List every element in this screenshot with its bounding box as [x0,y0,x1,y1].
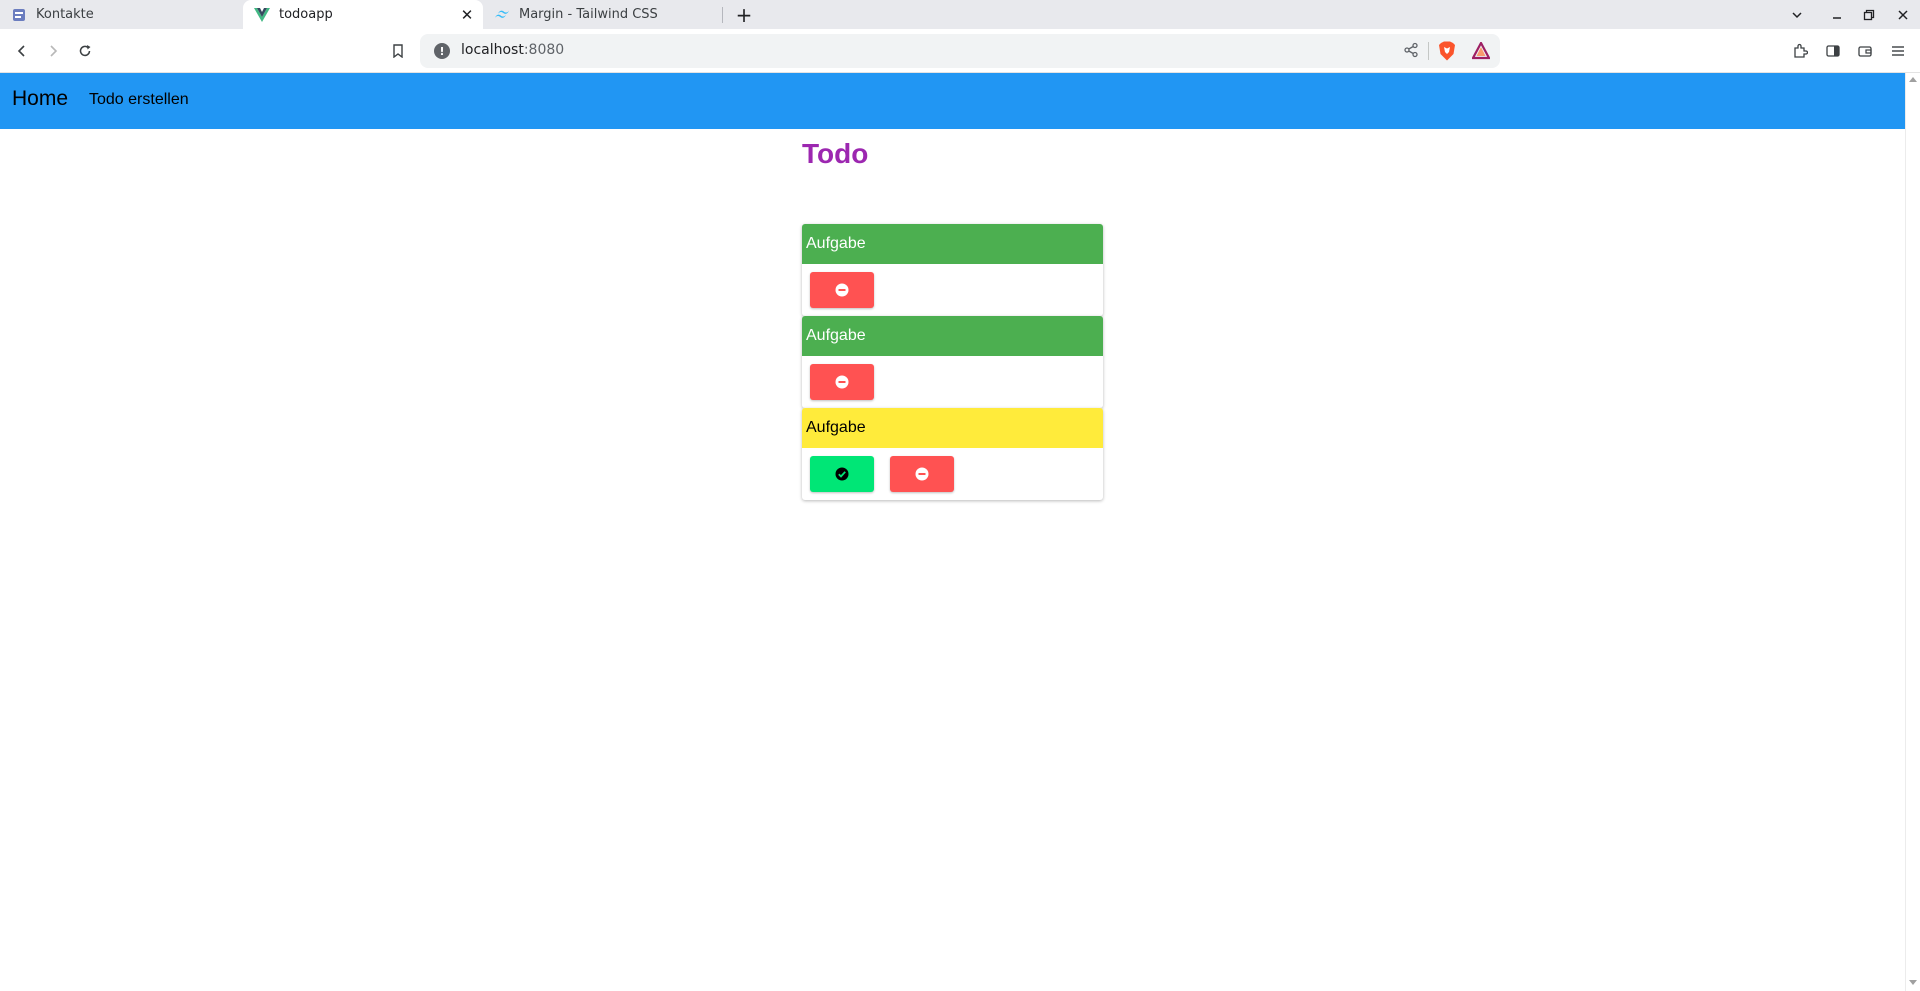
tailwind-logo-icon [494,7,510,23]
remove-todo-button[interactable] [810,272,874,308]
main-menu-icon[interactable] [1886,39,1910,63]
todo-list: Aufgabe Aufgabe Aufgabe [802,224,1103,500]
scroll-up-arrow-icon[interactable] [1909,77,1917,82]
vue-logo-icon [254,7,270,23]
contacts-page-icon [11,7,27,23]
todo-actions [802,448,1103,500]
url-text[interactable]: localhost:8080 [461,42,564,58]
minimize-window-icon[interactable] [1826,4,1848,26]
extensions-icon[interactable] [1788,39,1812,63]
page-scrollbar[interactable] [1905,73,1920,991]
browser-toolbar: ! localhost:8080 [0,29,1920,73]
sidebar-toggle-icon[interactable] [1821,39,1845,63]
nav-home-link[interactable]: Home [12,87,68,111]
remove-todo-button[interactable] [890,456,954,492]
scroll-down-arrow-icon[interactable] [1909,980,1917,985]
tab-title: todoapp [279,7,333,22]
tab-kontakte[interactable]: Kontakte [0,0,243,29]
wallet-icon[interactable] [1853,39,1877,63]
tab-separator [722,7,723,23]
remove-todo-button[interactable] [810,364,874,400]
reload-icon[interactable] [73,39,97,63]
browser-tab-strip: Kontakte todoapp ✕ Margin - Tailwind CSS… [0,0,1920,29]
tab-search-chevron-icon[interactable] [1786,4,1808,26]
todo-title: Aufgabe [802,408,1103,448]
nav-create-todo-link[interactable]: Todo erstellen [89,91,189,109]
todo-card: Aufgabe [802,316,1103,408]
share-icon[interactable] [1403,42,1419,62]
check-circle-icon [835,467,849,481]
tab-todoapp[interactable]: todoapp ✕ [243,0,483,29]
brave-shields-icon[interactable] [1438,41,1456,65]
close-tab-icon[interactable]: ✕ [459,6,475,24]
page-title: Todo [802,138,869,169]
brave-rewards-icon[interactable] [1471,40,1491,64]
back-arrow-icon[interactable] [10,39,34,63]
minus-circle-icon [915,467,929,481]
tab-tailwind[interactable]: Margin - Tailwind CSS [483,0,723,29]
forward-arrow-icon[interactable] [41,39,65,63]
todo-actions [802,264,1103,316]
todo-card: Aufgabe [802,224,1103,316]
tab-title: Kontakte [36,7,94,22]
todo-card: Aufgabe [802,408,1103,500]
tab-title: Margin - Tailwind CSS [519,7,658,22]
restore-window-icon[interactable] [1858,4,1880,26]
todo-actions [802,356,1103,408]
complete-todo-button[interactable] [810,456,874,492]
minus-circle-icon [835,375,849,389]
address-bar[interactable]: ! localhost:8080 [420,34,1500,68]
new-tab-button[interactable]: + [733,3,755,27]
todo-title: Aufgabe [802,224,1103,264]
bookmark-icon[interactable] [386,39,410,63]
todo-title: Aufgabe [802,316,1103,356]
close-window-icon[interactable] [1892,4,1914,26]
app-navbar: Home Todo erstellen [0,73,1905,129]
omnibox-divider [1428,42,1429,60]
minus-circle-icon [835,283,849,297]
site-info-icon[interactable]: ! [434,43,450,59]
